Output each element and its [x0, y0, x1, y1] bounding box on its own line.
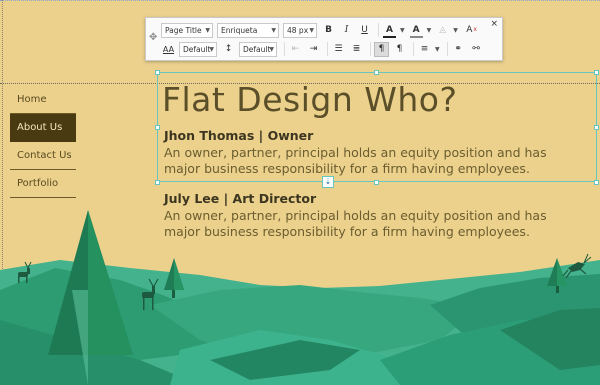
page-title[interactable]: Flat Design Who?	[162, 80, 457, 119]
nav-item-portfolio[interactable]: Portfolio	[10, 170, 76, 198]
chevron-down-icon[interactable]: ▼	[400, 27, 405, 34]
line-height-select[interactable]: Default ▼	[239, 41, 277, 57]
opacity-icon[interactable]: ◬	[435, 23, 450, 38]
text-color-swatch	[383, 35, 396, 38]
highlight-glyph: A	[412, 24, 420, 35]
anchor-icon[interactable]: ⇣	[322, 176, 334, 188]
paragraph-style-select[interactable]: Page Title ▼	[161, 22, 213, 38]
clear-format-x: x	[473, 25, 477, 33]
toolbar-divider	[446, 42, 448, 56]
underline-icon[interactable]: U	[357, 23, 372, 38]
line-height-icon[interactable]: ↕	[221, 42, 236, 57]
line-height-value: Default	[243, 44, 271, 54]
outdent-icon[interactable]: ⇤	[288, 42, 303, 57]
text-color-icon[interactable]: A	[382, 23, 397, 38]
team-member: July Lee | Art Director An owner, partne…	[164, 191, 584, 240]
font-family-value: Enriqueta	[221, 25, 258, 35]
unlink-icon[interactable]: ⚯	[469, 42, 484, 57]
clear-format-icon[interactable]: Ax	[462, 23, 477, 38]
toolbar-divider	[378, 23, 379, 37]
link-icon[interactable]: ⚭	[451, 42, 466, 57]
resize-handle-tm[interactable]	[374, 70, 379, 75]
resize-handle-tl[interactable]	[155, 70, 160, 75]
guide-line-top	[0, 0, 600, 1]
member-name[interactable]: July Lee | Art Director	[164, 191, 584, 206]
chevron-down-icon: ▼	[209, 45, 214, 53]
toolbar-row-2: AA Default ▼ ↕ Default ▼ ⇤ ⇥ ☰ ≣ ¶ ¶ ≡ ▼ ⚭…	[161, 40, 487, 58]
text-color-glyph: A	[386, 24, 393, 35]
chevron-down-icon[interactable]: ▼	[435, 46, 440, 53]
member-name[interactable]: Jhon Thomas | Owner	[164, 128, 584, 143]
resize-handle-br[interactable]	[594, 180, 599, 185]
toolbar-divider	[413, 42, 414, 56]
team-member: Jhon Thomas | Owner An owner, partner, p…	[164, 128, 584, 177]
nav-item-contact-us[interactable]: Contact Us	[10, 142, 76, 170]
align-icon[interactable]: ≡	[417, 42, 432, 57]
nav-item-about-us[interactable]: About Us	[10, 114, 76, 142]
font-size-value: 48 px	[287, 25, 309, 35]
font-size-select[interactable]: 48 px ▼	[283, 22, 317, 38]
toolbar-divider	[327, 42, 328, 56]
highlight-icon[interactable]: A	[409, 23, 424, 38]
paragraph-style-value: Page Title	[165, 25, 202, 35]
resize-handle-tr[interactable]	[594, 70, 599, 75]
italic-icon[interactable]: I	[339, 23, 354, 38]
clear-format-glyph: A	[466, 24, 473, 35]
resize-handle-ml[interactable]	[155, 125, 160, 130]
letter-spacing-select[interactable]: Default ▼	[179, 41, 217, 57]
chevron-down-icon[interactable]: ▼	[453, 27, 458, 34]
resize-handle-mr[interactable]	[594, 125, 599, 130]
letter-spacing-value: Default	[183, 44, 211, 54]
paragraph-rtl-icon[interactable]: ¶	[392, 42, 407, 57]
letter-spacing-icon[interactable]: AA	[161, 42, 176, 57]
paragraph-icon[interactable]: ¶	[374, 41, 389, 57]
member-description[interactable]: An owner, partner, principal holds an eq…	[164, 145, 584, 177]
chevron-down-icon: ▼	[269, 45, 274, 53]
highlight-swatch	[409, 35, 423, 38]
font-family-select[interactable]: Enriqueta ▼	[217, 22, 279, 38]
bullet-list-icon[interactable]: ☰	[331, 42, 346, 57]
close-icon[interactable]: ×	[490, 19, 498, 29]
chevron-down-icon: ▼	[309, 26, 314, 34]
editor-canvas: Home About Us Contact Us Portfolio ⇣ Fla…	[0, 0, 600, 385]
nav-item-home[interactable]: Home	[10, 86, 76, 114]
chevron-down-icon: ▼	[205, 26, 210, 34]
resize-handle-bl[interactable]	[155, 180, 160, 185]
bold-icon[interactable]: B	[321, 23, 336, 38]
resize-handle-bm[interactable]	[374, 180, 379, 185]
numbered-list-icon[interactable]: ≣	[349, 42, 364, 57]
indent-icon[interactable]: ⇥	[306, 42, 321, 57]
drag-grip-icon[interactable]: ✥	[149, 32, 157, 43]
chevron-down-icon[interactable]: ▼	[427, 27, 432, 34]
sidebar-nav: Home About Us Contact Us Portfolio	[10, 86, 76, 198]
member-description[interactable]: An owner, partner, principal holds an eq…	[164, 208, 584, 240]
chevron-down-icon: ▼	[271, 26, 276, 34]
toolbar-divider	[370, 42, 371, 56]
toolbar-row-1: Page Title ▼ Enriqueta ▼ 48 px ▼ B I U A ▼ …	[161, 21, 480, 39]
text-format-toolbar: ✥ × Page Title ▼ Enriqueta ▼ 48 px ▼ B I U …	[145, 17, 503, 61]
toolbar-divider	[284, 42, 285, 56]
